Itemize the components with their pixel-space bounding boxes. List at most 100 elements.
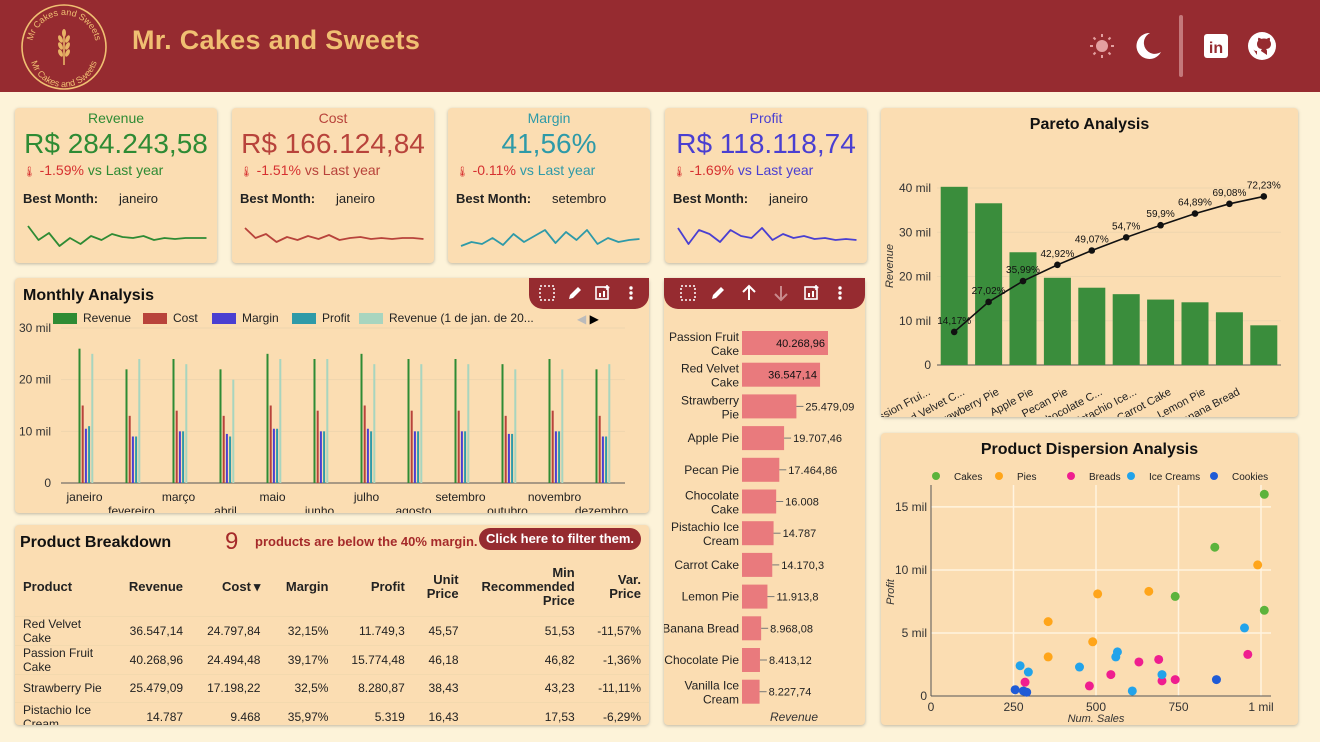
kpi-value: R$ 166.124,84 bbox=[241, 128, 425, 159]
column-header[interactable]: Margin bbox=[268, 558, 336, 616]
bar-novembro-0 bbox=[548, 359, 551, 483]
x-tick-label: maio bbox=[259, 490, 285, 504]
bar-maio-1 bbox=[269, 405, 272, 483]
y-tick-label: 15 mil bbox=[895, 500, 927, 514]
scatter-point-breads bbox=[1106, 670, 1116, 680]
kpi-delta: 🌡 -1.51% vs Last year bbox=[240, 162, 380, 178]
cumulative-label: 27,02% bbox=[972, 286, 1006, 297]
scatter-point-ice-creams bbox=[1240, 623, 1249, 633]
kpi-card-margin: Margin 41,56% 🌡 -0.11% vs Last year Best… bbox=[448, 108, 650, 263]
table-cell: 16,43 bbox=[428, 709, 459, 724]
cumulative-label: 72,23% bbox=[1247, 180, 1281, 191]
pareto-card: Pareto Analysis 40 mil 30 mil 20 mil 10 mil… bbox=[881, 108, 1298, 417]
scatter-point-ice-creams bbox=[1023, 667, 1033, 677]
cumulative-point bbox=[1122, 234, 1130, 241]
column-header[interactable]: Var. Price bbox=[583, 558, 649, 616]
cumulative-label: 42,92% bbox=[1040, 249, 1074, 260]
bar-value-label: 40.268,96 bbox=[776, 338, 825, 350]
x-tick-label: 750 bbox=[1168, 700, 1188, 714]
cumulative-point bbox=[1157, 221, 1164, 229]
kpi-card-revenue: Revenue R$ 284.243,58 🌡 -1.59% vs Last y… bbox=[15, 108, 217, 263]
category-label: Strawberry bbox=[681, 393, 739, 407]
pareto-bar-7 bbox=[1181, 302, 1209, 365]
scatter-point-pies bbox=[1093, 589, 1103, 599]
github-icon[interactable] bbox=[1246, 30, 1276, 62]
column-header[interactable]: Cost ▾ bbox=[191, 558, 268, 616]
bar-março-3 bbox=[182, 431, 185, 483]
bar-fevereiro-4 bbox=[138, 359, 141, 483]
legend-label: Cakes bbox=[954, 472, 982, 483]
moon-icon[interactable] bbox=[1132, 30, 1162, 62]
filter-button[interactable]: Click here to filter them. bbox=[479, 528, 641, 550]
bar-julho-1 bbox=[363, 405, 366, 483]
table-cell: 40.268,96 bbox=[129, 652, 184, 667]
best-month-label: Best Month: bbox=[673, 191, 749, 206]
bar-setembro-3 bbox=[464, 431, 467, 483]
column-header[interactable]: Profit bbox=[336, 558, 412, 616]
table-cell: 11.749,3 bbox=[358, 623, 405, 638]
bar-julho-3 bbox=[370, 431, 373, 483]
kpi-delta-suffix: vs Last year bbox=[737, 162, 814, 178]
kpi-sparkline bbox=[27, 225, 207, 247]
column-header[interactable]: Revenue bbox=[115, 558, 191, 616]
legend-dot bbox=[1067, 472, 1075, 480]
sort-desc-icon[interactable]: ▾ bbox=[254, 579, 261, 594]
bar-setembro-0 bbox=[454, 359, 457, 483]
table-row[interactable]: Strawberry Pie 25.479,09 17.198,22 32,5% 8.2… bbox=[15, 674, 649, 702]
column-header[interactable]: Min Recommended Price bbox=[467, 558, 583, 616]
below-margin-message: products are below the 40% margin. bbox=[255, 534, 478, 549]
cumulative-label: 64,89% bbox=[1178, 198, 1212, 209]
sparkline-line bbox=[460, 229, 640, 247]
bar-outubro-0 bbox=[501, 364, 504, 483]
bar-julho-4 bbox=[373, 364, 376, 483]
kpi-title: Profit bbox=[749, 110, 783, 126]
table-header-row: Product Revenue Cost ▾ Margin Profit Unit Pric… bbox=[15, 558, 649, 616]
column-header-label: Margin bbox=[285, 578, 329, 594]
best-month-value: setembro bbox=[552, 191, 607, 206]
app-title: Mr. Cakes and Sweets bbox=[132, 25, 421, 55]
scatter-point-cookies bbox=[1211, 675, 1221, 685]
x-axis-label: Num. Sales bbox=[1068, 713, 1125, 725]
category-label: Chocolate bbox=[685, 489, 739, 503]
column-header[interactable]: Product bbox=[15, 558, 115, 616]
monthly-analysis-card: Monthly Analysis Revenue Cost Margin Profit… bbox=[15, 278, 649, 513]
y-tick-label: 10 mil bbox=[19, 424, 51, 438]
column-header[interactable]: Unit Price bbox=[413, 558, 467, 616]
scatter-point-ice-creams bbox=[1015, 661, 1025, 671]
bar-value-label: 8.227,74 bbox=[769, 687, 812, 699]
pareto-bar-9 bbox=[1250, 325, 1278, 365]
table-row[interactable]: Red Velvet Cake 36.547,14 24.797,84 32,15% 1… bbox=[15, 616, 649, 645]
linkedin-icon[interactable]: in bbox=[1201, 30, 1231, 62]
scatter-point-breads bbox=[1020, 677, 1030, 687]
hbar-8 bbox=[742, 584, 768, 609]
table-cell: 25.479,09 bbox=[129, 681, 184, 695]
kpi-delta-suffix: vs Last year bbox=[519, 162, 596, 178]
bar-janeiro-0 bbox=[78, 348, 81, 483]
kpi-delta-value: -1.69% bbox=[689, 162, 734, 178]
table-cell: Strawberry Pie bbox=[23, 681, 102, 695]
table-cell: 45,57 bbox=[428, 623, 459, 638]
scatter-point-pies bbox=[1253, 560, 1263, 570]
table-cell: Passion Fruit Cake bbox=[23, 645, 94, 674]
bar-novembro-4 bbox=[561, 369, 564, 483]
legend-dot bbox=[932, 472, 940, 480]
table-cell: -1,36% bbox=[602, 652, 641, 667]
kpi-card-cost: Cost R$ 166.124,84 🌡 -1.51% vs Last year… bbox=[232, 108, 434, 263]
scatter-point-breads bbox=[1243, 649, 1253, 659]
cumulative-label: 35,99% bbox=[1006, 265, 1040, 276]
category-label: Red Velvet bbox=[681, 362, 740, 376]
table-row[interactable]: Passion Fruit Cake 40.268,96 24.494,48 39,1… bbox=[15, 645, 649, 674]
sun-icon[interactable] bbox=[1087, 30, 1117, 62]
x-tick-label: 250 bbox=[1003, 700, 1023, 714]
kpi-delta-suffix: vs Last year bbox=[304, 162, 381, 178]
scatter-point-cakes bbox=[1259, 489, 1269, 499]
kpi-delta-suffix: vs Last year bbox=[87, 162, 164, 178]
legend-dot bbox=[1127, 472, 1135, 480]
kpi-delta-value: -1.59% bbox=[39, 162, 84, 178]
pareto-bar-0 bbox=[940, 186, 968, 365]
table-row[interactable]: Pistachio Ice Cream 14.787 9.468 35,97% 5.31… bbox=[15, 702, 649, 726]
bar-dezembro-4 bbox=[608, 364, 611, 483]
table-cell: 39,17% bbox=[287, 652, 329, 667]
thermometer-icon: 🌡 bbox=[23, 167, 36, 178]
table-cell: 17.198,22 bbox=[207, 681, 261, 695]
